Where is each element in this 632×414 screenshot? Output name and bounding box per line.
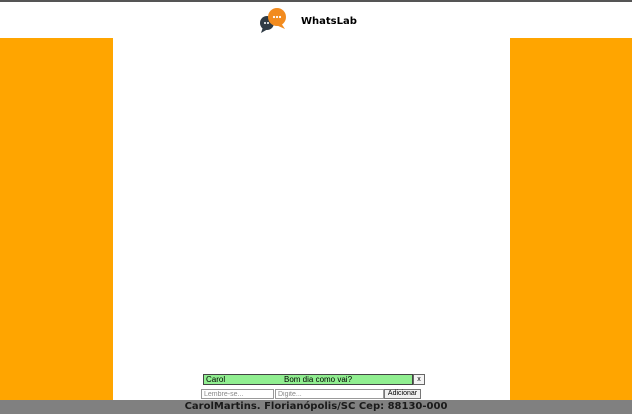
chat-area — [113, 38, 510, 400]
footer: CarolMartins. Florianópolis/SC Cep: 8813… — [0, 400, 632, 414]
right-side-panel — [510, 38, 632, 400]
left-side-panel — [0, 38, 113, 400]
message-sender: Carol — [206, 375, 226, 384]
header: WhatsLab — [0, 2, 632, 38]
chat-bubbles-icon — [260, 8, 286, 33]
name-input[interactable] — [201, 389, 274, 399]
message-input[interactable] — [275, 389, 384, 399]
message-text: Bom dia como vai? — [284, 375, 353, 384]
add-button[interactable]: Adicionar — [384, 389, 421, 399]
message-row: Carol Bom dia como vai? — [203, 374, 413, 385]
delete-message-button[interactable]: x — [413, 374, 425, 385]
app-title: WhatsLab — [301, 16, 357, 27]
